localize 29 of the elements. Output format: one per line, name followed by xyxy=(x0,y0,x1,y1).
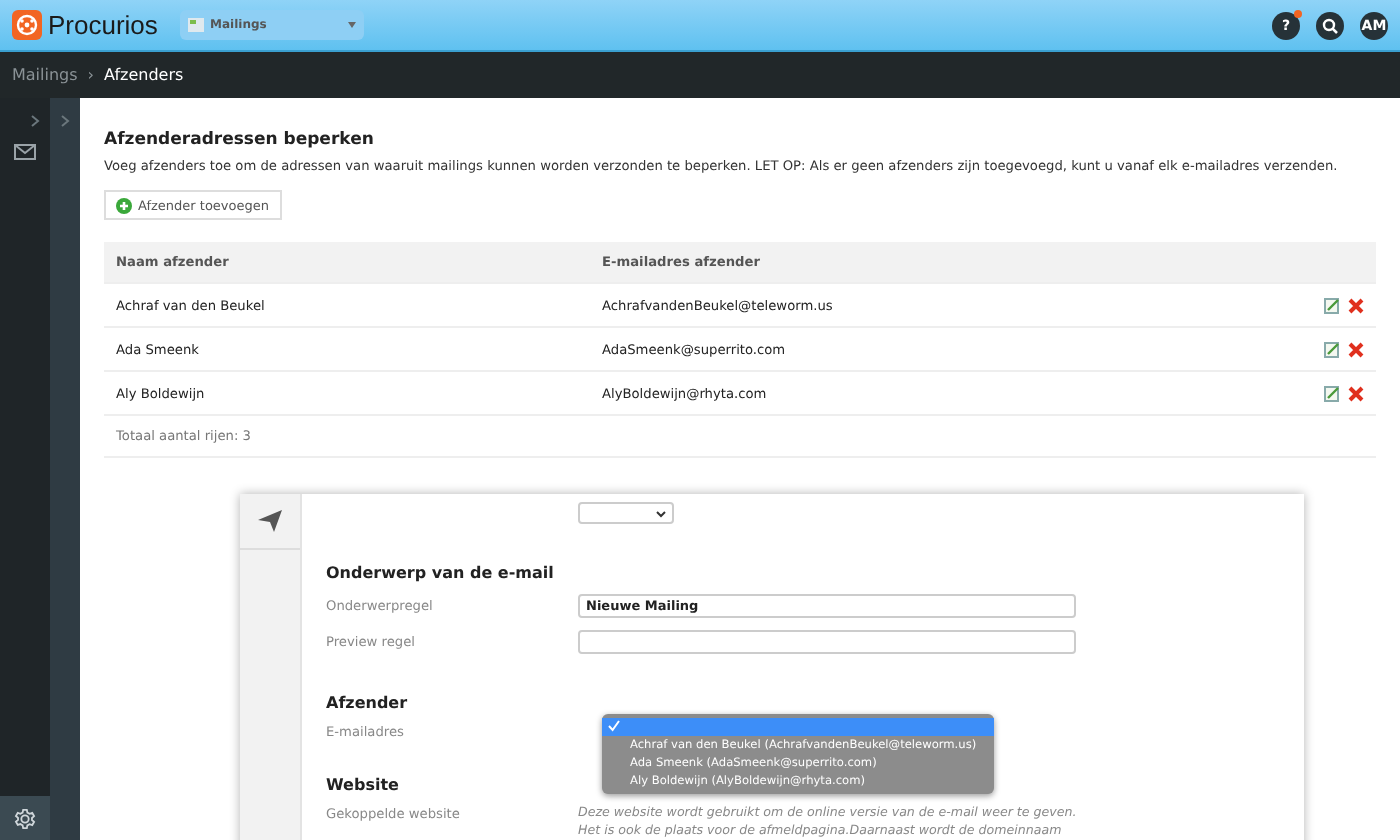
breadcrumb-separator: › xyxy=(87,66,94,84)
section-heading: Afzender xyxy=(326,694,408,712)
chevron-right-icon[interactable] xyxy=(60,114,70,128)
page-title: Afzenderadressen beperken xyxy=(104,130,376,150)
chevron-right-icon[interactable] xyxy=(30,114,40,128)
chevron-down-icon xyxy=(656,509,666,517)
checkmark-icon xyxy=(608,720,620,732)
delete-icon[interactable] xyxy=(1348,341,1364,357)
input-field[interactable] xyxy=(578,630,1076,654)
search-icon xyxy=(1322,17,1338,33)
search-button[interactable] xyxy=(1316,11,1344,39)
module-icon xyxy=(188,18,204,32)
delete-icon[interactable] xyxy=(1348,297,1364,313)
plus-icon xyxy=(116,197,132,213)
breadcrumb-link[interactable]: Mailings xyxy=(12,66,78,84)
section-heading: Website xyxy=(326,776,399,794)
edit-icon[interactable] xyxy=(1324,297,1340,313)
edit-icon[interactable] xyxy=(1324,341,1340,357)
settings-icon xyxy=(14,807,36,829)
logo-icon xyxy=(12,10,42,40)
delete-icon[interactable] xyxy=(1348,385,1364,401)
settings-button[interactable] xyxy=(0,796,50,840)
select-field[interactable] xyxy=(578,502,674,524)
section-heading: Onderwerp van de e-mail xyxy=(326,564,554,582)
envelope-icon[interactable] xyxy=(14,144,36,160)
paper-plane-icon xyxy=(258,510,282,532)
caret-down-icon xyxy=(348,22,356,28)
brand-name: Procurios xyxy=(48,10,158,40)
edit-icon[interactable] xyxy=(1324,385,1340,401)
